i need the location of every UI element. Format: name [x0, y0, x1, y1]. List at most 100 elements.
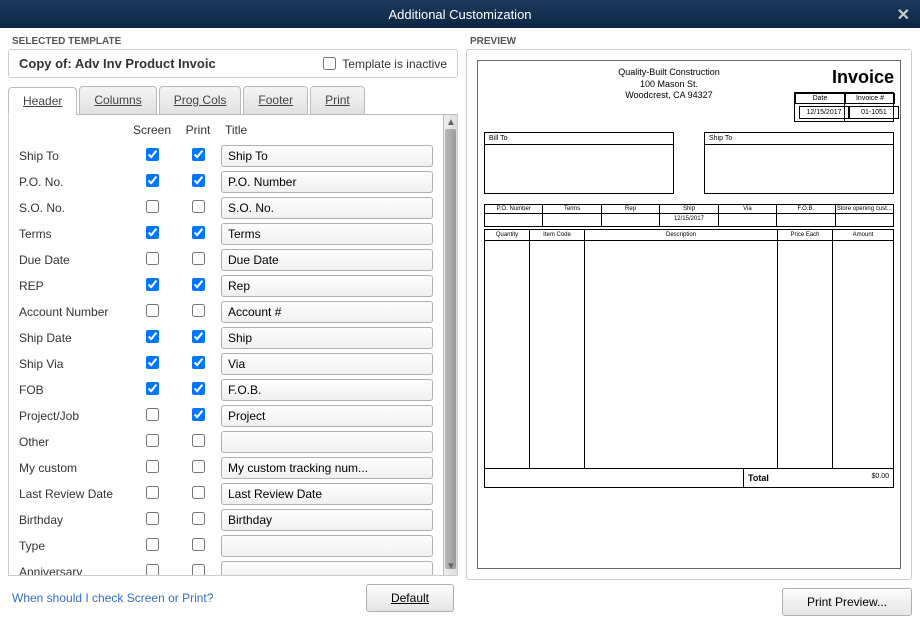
- field-label: Last Review Date: [19, 487, 129, 501]
- inv-items-table: QuantityItem CodeDescriptionPrice EachAm…: [484, 229, 894, 469]
- inv-field: Ship12/15/2017: [659, 204, 717, 227]
- scroll-down-icon[interactable]: ▼: [445, 561, 457, 573]
- inv-total-amount: $0.00: [833, 469, 893, 487]
- screen-checkbox[interactable]: [146, 226, 159, 239]
- tab-header[interactable]: Header: [8, 87, 77, 115]
- title-input[interactable]: [221, 535, 433, 557]
- inv-total-label: Total: [743, 469, 833, 487]
- field-label: Due Date: [19, 253, 129, 267]
- print-checkbox[interactable]: [192, 330, 205, 343]
- tab-prog-cols[interactable]: Prog Cols: [159, 86, 242, 114]
- screen-checkbox[interactable]: [146, 174, 159, 187]
- scroll-thumb[interactable]: [445, 129, 456, 569]
- screen-checkbox[interactable]: [146, 356, 159, 369]
- help-link[interactable]: When should I check Screen or Print?: [12, 591, 213, 605]
- screen-checkbox[interactable]: [146, 278, 159, 291]
- scroll-up-icon[interactable]: ▲: [445, 117, 457, 129]
- template-name: Copy of: Adv Inv Product Invoic: [19, 56, 216, 71]
- default-button[interactable]: Default: [366, 584, 454, 612]
- title-input[interactable]: [221, 197, 433, 219]
- field-label: Other: [19, 435, 129, 449]
- tab-columns[interactable]: Columns: [79, 86, 156, 114]
- scrollbar[interactable]: ▲ ▼: [443, 115, 457, 575]
- print-checkbox[interactable]: [192, 408, 205, 421]
- tab-footer[interactable]: Footer: [243, 86, 308, 114]
- screen-checkbox[interactable]: [146, 460, 159, 473]
- inactive-label: Template is inactive: [342, 57, 447, 71]
- title-input[interactable]: [221, 483, 433, 505]
- template-box: Copy of: Adv Inv Product Invoic Template…: [8, 49, 458, 78]
- title-input[interactable]: [221, 145, 433, 167]
- screen-checkbox[interactable]: [146, 408, 159, 421]
- print-checkbox[interactable]: [192, 512, 205, 525]
- field-label: Ship Via: [19, 357, 129, 371]
- title-input[interactable]: [221, 405, 433, 427]
- inactive-checkbox-wrap[interactable]: Template is inactive: [323, 57, 447, 71]
- print-checkbox[interactable]: [192, 564, 205, 575]
- print-checkbox[interactable]: [192, 174, 205, 187]
- print-checkbox[interactable]: [192, 486, 205, 499]
- print-checkbox[interactable]: [192, 148, 205, 161]
- inv-field: Store opening cust...: [835, 204, 894, 227]
- print-checkbox[interactable]: [192, 460, 205, 473]
- invoice-preview: Quality-Built Construction 100 Mason St.…: [477, 60, 901, 569]
- inv-title: Invoice: [794, 67, 894, 88]
- screen-checkbox[interactable]: [146, 304, 159, 317]
- print-checkbox[interactable]: [192, 538, 205, 551]
- field-row: Birthday: [19, 507, 439, 533]
- field-label: Anniversary: [19, 565, 129, 575]
- window-title: Additional Customization: [388, 7, 531, 22]
- print-checkbox[interactable]: [192, 382, 205, 395]
- screen-checkbox[interactable]: [146, 330, 159, 343]
- field-row: My custom: [19, 455, 439, 481]
- screen-checkbox[interactable]: [146, 148, 159, 161]
- inv-company-addr2: Woodcrest, CA 94327: [544, 90, 794, 102]
- inv-field: Via: [718, 204, 776, 227]
- screen-checkbox[interactable]: [146, 434, 159, 447]
- field-label: REP: [19, 279, 129, 293]
- tab-print[interactable]: Print: [310, 86, 365, 114]
- title-input[interactable]: [221, 561, 433, 575]
- title-input[interactable]: [221, 301, 433, 323]
- field-label: P.O. No.: [19, 175, 129, 189]
- inv-item-col: Price Each: [778, 230, 833, 468]
- print-checkbox[interactable]: [192, 200, 205, 213]
- print-checkbox[interactable]: [192, 356, 205, 369]
- title-input[interactable]: [221, 431, 433, 453]
- field-label: Ship Date: [19, 331, 129, 345]
- title-input[interactable]: [221, 457, 433, 479]
- screen-checkbox[interactable]: [146, 538, 159, 551]
- title-input[interactable]: [221, 223, 433, 245]
- print-checkbox[interactable]: [192, 278, 205, 291]
- screen-checkbox[interactable]: [146, 486, 159, 499]
- print-checkbox[interactable]: [192, 252, 205, 265]
- screen-checkbox[interactable]: [146, 512, 159, 525]
- print-preview-button[interactable]: Print Preview...: [782, 588, 912, 616]
- field-row: Ship Date: [19, 325, 439, 351]
- print-checkbox[interactable]: [192, 304, 205, 317]
- preview-label: PREVIEW: [466, 36, 912, 47]
- field-label: Type: [19, 539, 129, 553]
- left-panel: SELECTED TEMPLATE Copy of: Adv Inv Produ…: [8, 36, 458, 616]
- inv-num-h: Invoice #: [845, 93, 895, 104]
- screen-checkbox[interactable]: [146, 564, 159, 575]
- title-input[interactable]: [221, 379, 433, 401]
- screen-checkbox[interactable]: [146, 200, 159, 213]
- inactive-checkbox[interactable]: [323, 57, 336, 70]
- title-input[interactable]: [221, 171, 433, 193]
- screen-checkbox[interactable]: [146, 252, 159, 265]
- print-checkbox[interactable]: [192, 434, 205, 447]
- print-checkbox[interactable]: [192, 226, 205, 239]
- inv-shipto-label: Ship To: [704, 132, 894, 144]
- title-input[interactable]: [221, 249, 433, 271]
- title-input[interactable]: [221, 275, 433, 297]
- close-icon[interactable]: ✕: [897, 5, 910, 25]
- inv-item-col: Amount: [833, 230, 893, 468]
- screen-checkbox[interactable]: [146, 382, 159, 395]
- inv-num-v: 01-1051: [849, 106, 899, 119]
- title-input[interactable]: [221, 327, 433, 349]
- grid-header-row: Screen Print Title: [19, 123, 439, 137]
- title-input[interactable]: [221, 353, 433, 375]
- col-header-print: Print: [175, 123, 221, 137]
- title-input[interactable]: [221, 509, 433, 531]
